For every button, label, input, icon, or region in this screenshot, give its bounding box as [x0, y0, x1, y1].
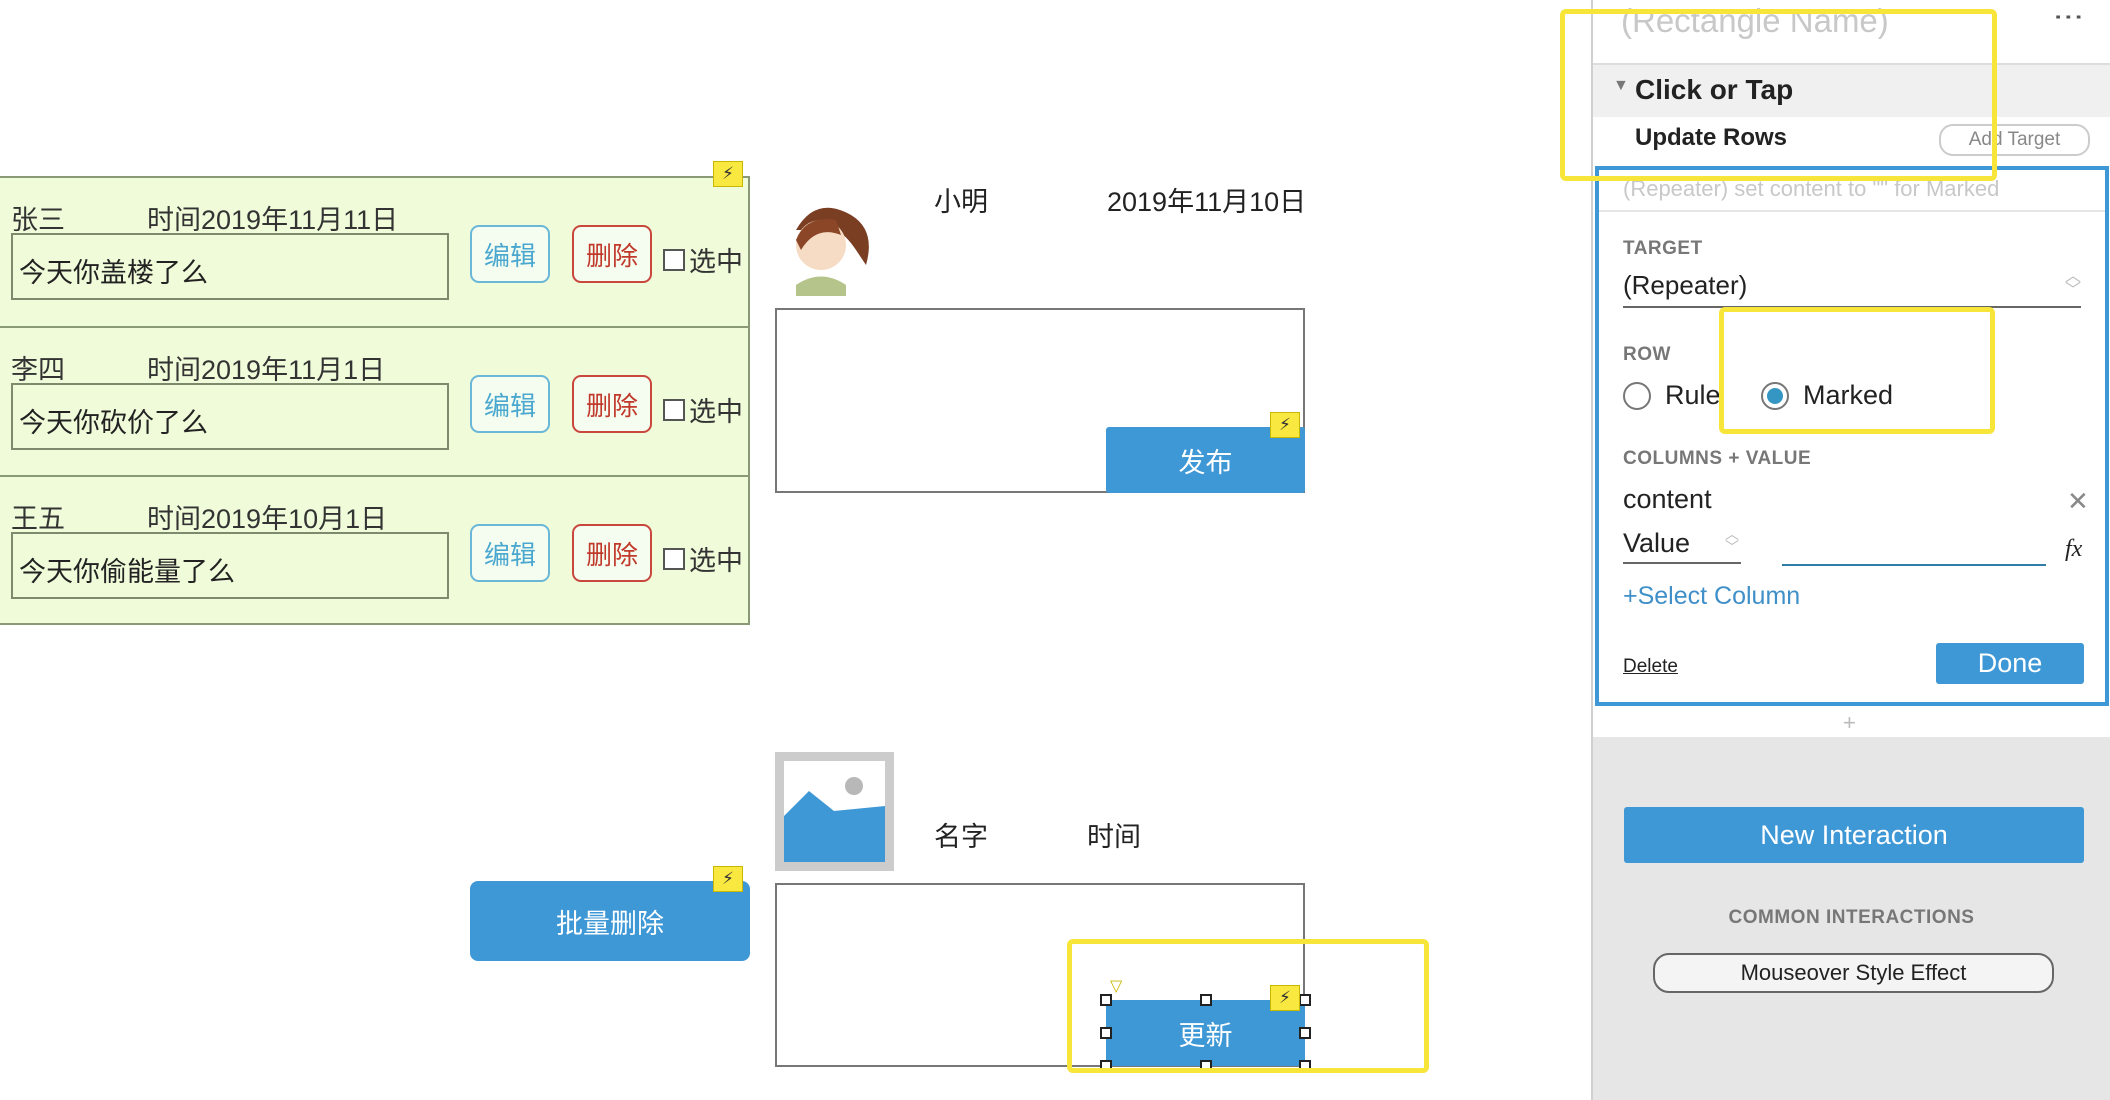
delete-button[interactable]: 删除: [572, 225, 652, 283]
highlight-box: [1719, 307, 1995, 434]
radio-rule-label: Rule: [1665, 380, 1721, 410]
highlight-box: [1067, 939, 1429, 1073]
image-placeholder: [775, 752, 894, 871]
target-select[interactable]: (Repeater) ︿ ﹀: [1623, 268, 2081, 308]
target-label: TARGET: [1623, 238, 1703, 259]
lightning-icon: ⚡: [1270, 412, 1300, 438]
row-name: 王五: [11, 504, 65, 534]
row-time: 时间2019年11月11日: [147, 205, 399, 235]
select-label: 选中: [689, 546, 743, 576]
fx-icon[interactable]: fx: [2065, 536, 2082, 563]
row-content-field[interactable]: 今天你盖楼了么: [11, 233, 449, 300]
avatar: [776, 190, 881, 296]
row-content-field[interactable]: 今天你偷能量了么: [11, 532, 449, 599]
edit-button[interactable]: 编辑: [470, 524, 550, 582]
repeater-row: 张三 时间2019年11月11日 今天你盖楼了么 编辑 删除 选中: [0, 176, 750, 328]
common-interactions-label: COMMON INTERACTIONS: [1728, 907, 1975, 928]
row-label: ROW: [1623, 344, 1671, 365]
select-column-link[interactable]: +Select Column: [1623, 582, 1800, 611]
form-name-label: 名字: [934, 822, 988, 852]
remove-column-icon[interactable]: ✕: [2067, 486, 2089, 517]
lightning-icon: ⚡: [713, 161, 743, 187]
add-action-icon[interactable]: +: [1843, 710, 1856, 736]
radio-rule[interactable]: Rule: [1623, 380, 1721, 411]
edit-button[interactable]: 编辑: [470, 225, 550, 283]
row-time: 时间2019年10月1日: [147, 504, 388, 534]
done-button[interactable]: Done: [1936, 643, 2084, 684]
more-options-icon[interactable]: ⋮: [2052, 2, 2085, 32]
value-type-select[interactable]: Value ︿ ﹀: [1623, 526, 1741, 564]
checkbox-icon[interactable]: [663, 547, 685, 570]
batch-delete-button[interactable]: 批量删除: [470, 881, 750, 961]
form-time-label: 时间: [1087, 822, 1141, 852]
row-name: 张三: [11, 205, 65, 235]
target-value: (Repeater): [1623, 270, 1748, 300]
lightning-icon: ⚡: [713, 866, 743, 892]
delete-button[interactable]: 删除: [572, 524, 652, 582]
new-interaction-button[interactable]: New Interaction: [1624, 807, 2084, 863]
highlight-box: [1560, 9, 1997, 181]
delete-button[interactable]: 删除: [572, 375, 652, 433]
select-label: 选中: [689, 397, 743, 427]
row-content-field[interactable]: 今天你砍价了么: [11, 383, 449, 450]
radio-unchecked-icon[interactable]: [1623, 381, 1651, 410]
repeater-row: 王五 时间2019年10月1日 今天你偷能量了么 编辑 删除 选中: [0, 475, 750, 625]
delete-action-link[interactable]: Delete: [1623, 656, 1678, 678]
post-date: 2019年11月10日: [1107, 187, 1307, 217]
checkbox-icon[interactable]: [663, 398, 685, 421]
select-label: 选中: [689, 247, 743, 277]
action-editor: (Repeater) set content to "" for Marked …: [1595, 166, 2109, 706]
edit-button[interactable]: 编辑: [470, 375, 550, 433]
value-type: Value: [1623, 528, 1691, 558]
row-time: 时间2019年11月1日: [147, 355, 386, 385]
mouseover-style-effect-button[interactable]: Mouseover Style Effect: [1653, 953, 2054, 993]
repeater-row: 李四 时间2019年11月1日 今天你砍价了么 编辑 删除 选中: [0, 326, 750, 477]
select-checkbox[interactable]: 选中: [663, 390, 743, 429]
select-checkbox[interactable]: 选中: [663, 240, 743, 279]
value-input[interactable]: [1782, 540, 2046, 566]
updown-chevron-icon: ︿ ﹀: [1725, 526, 1739, 555]
columns-label: COLUMNS + VALUE: [1623, 448, 1812, 469]
column-name: content: [1623, 484, 1712, 514]
checkbox-icon[interactable]: [663, 248, 685, 271]
row-name: 李四: [11, 355, 65, 385]
select-checkbox[interactable]: 选中: [663, 539, 743, 578]
updown-chevron-icon: ︿ ﹀: [2064, 268, 2081, 299]
post-user-name: 小明: [934, 187, 988, 217]
